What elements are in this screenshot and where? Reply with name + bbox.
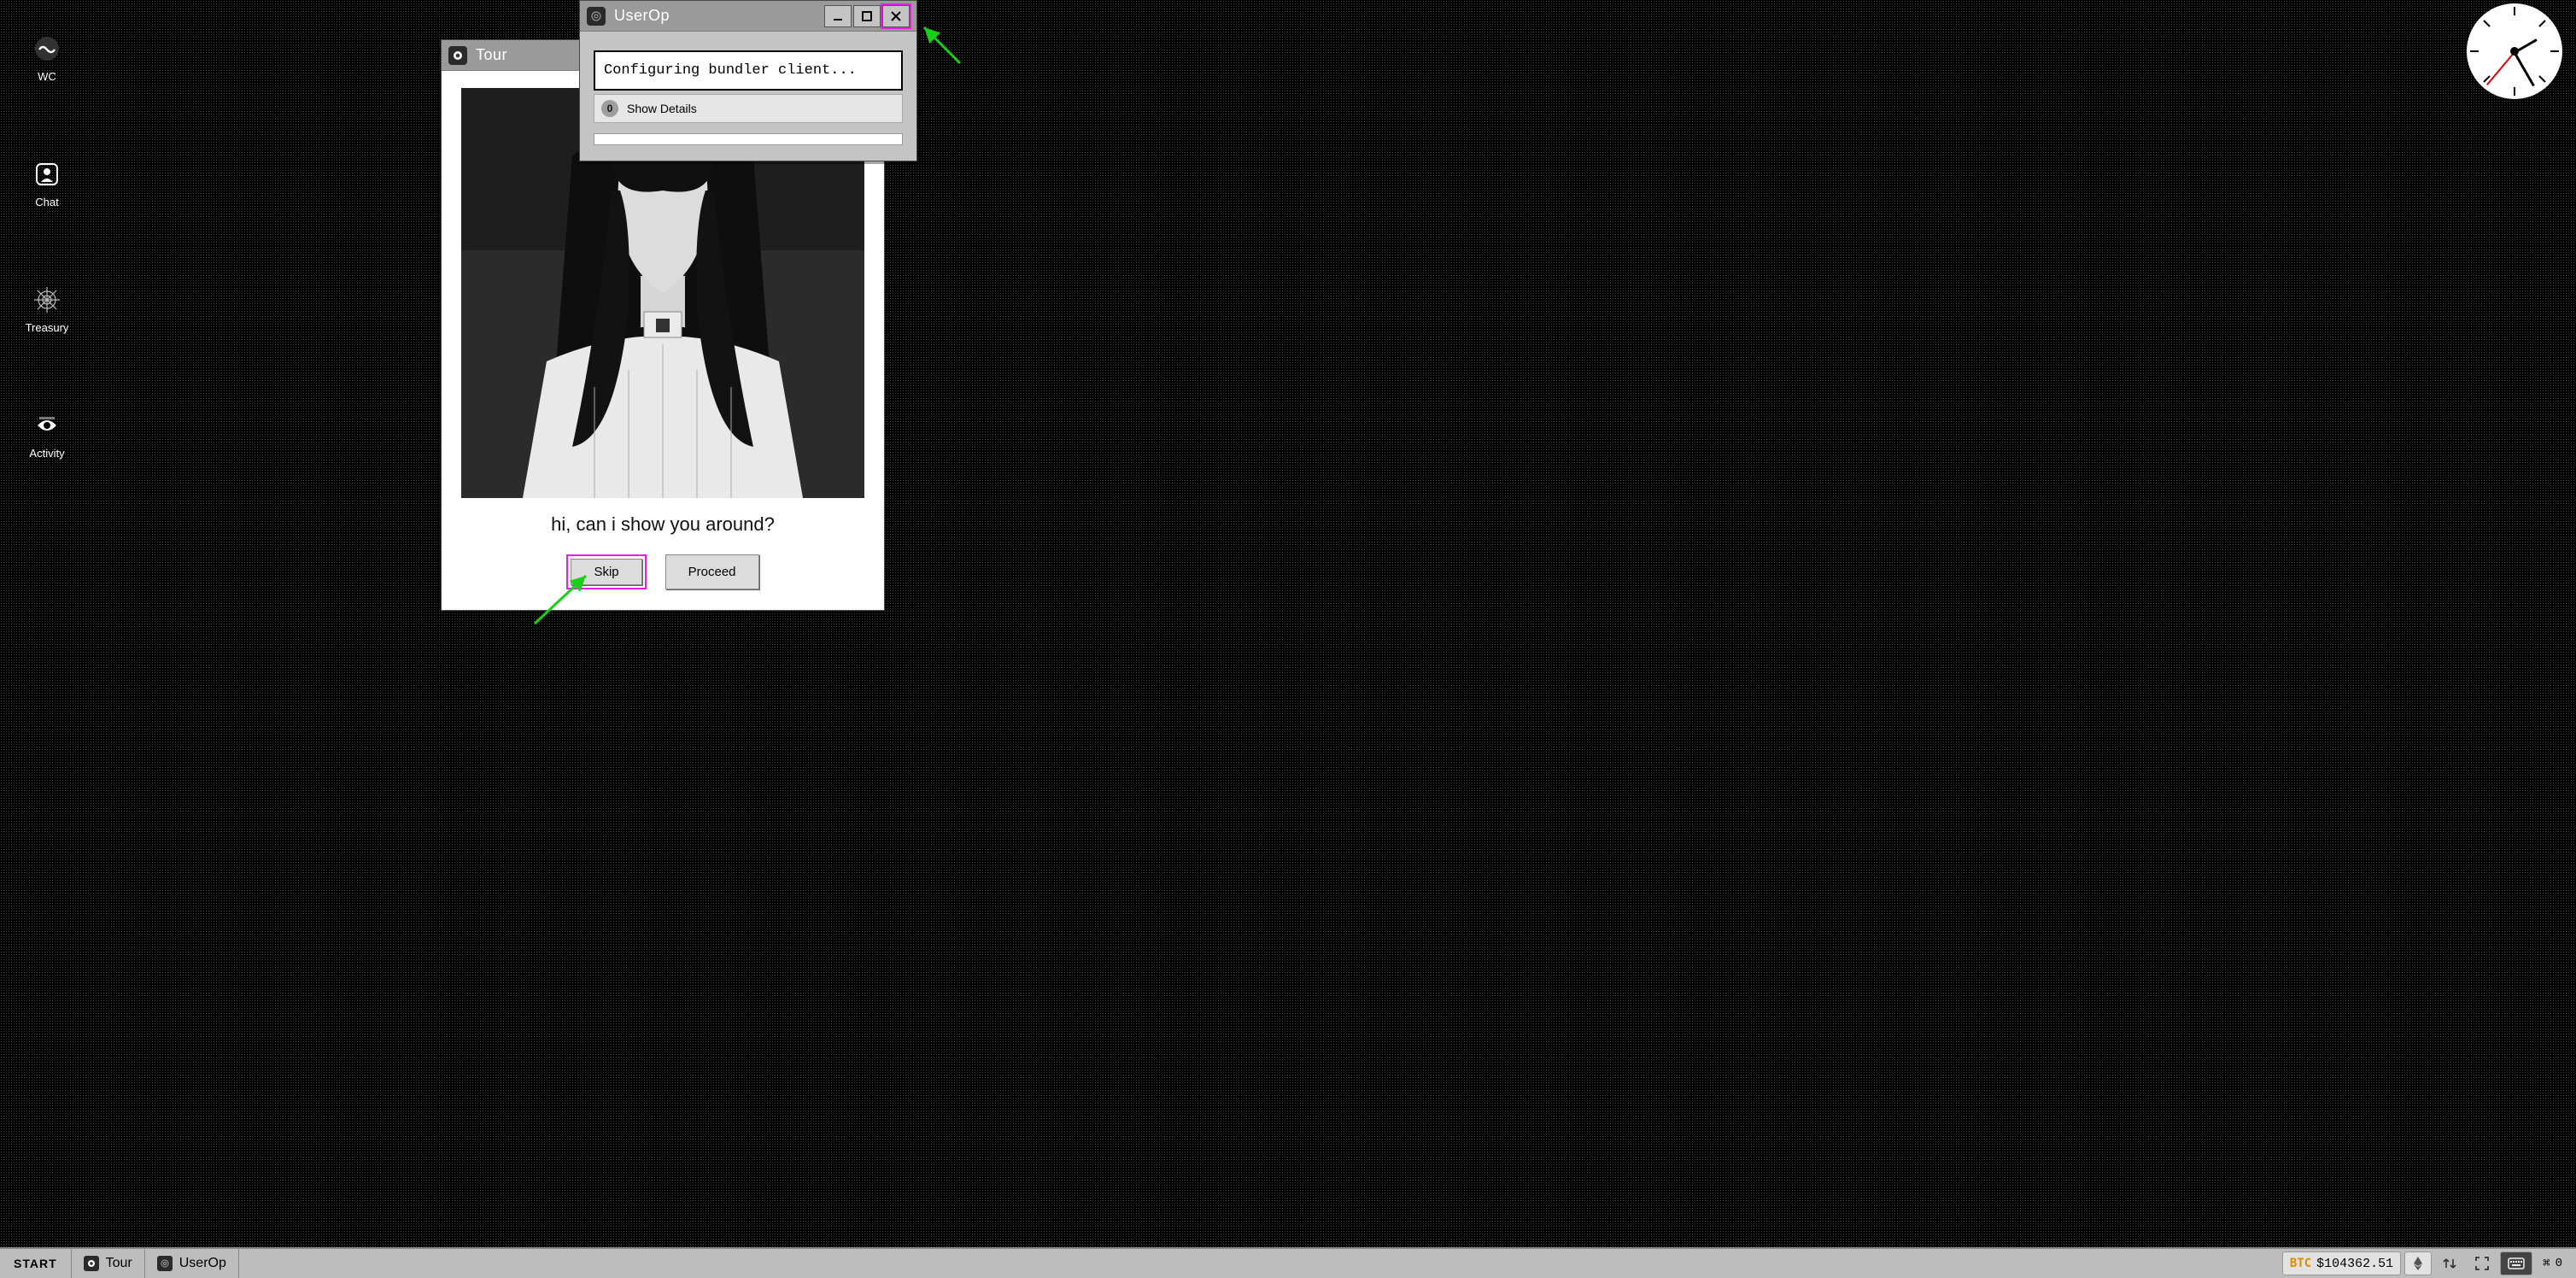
userop-app-icon	[587, 7, 606, 26]
taskbar-task-userop[interactable]: UserOp	[145, 1249, 239, 1278]
desktop-icon-activity[interactable]: Activity	[17, 411, 77, 460]
chat-icon	[32, 160, 61, 189]
treasury-icon	[32, 285, 61, 314]
desktop-icons: WC Chat Treasury Activity	[17, 34, 77, 460]
userop-titlebar[interactable]: UserOp	[580, 1, 916, 32]
progress-bar	[594, 133, 903, 145]
window-controls	[824, 5, 910, 27]
skip-highlight: Skip	[566, 554, 646, 589]
clock-widget[interactable]	[2467, 3, 2562, 99]
clock-ticks	[2467, 3, 2562, 99]
start-button[interactable]: START	[0, 1249, 72, 1278]
details-count-badge: 0	[601, 100, 618, 117]
tour-window-title: Tour	[476, 46, 507, 64]
desktop-icon-wc[interactable]: WC	[17, 34, 77, 83]
ticker-symbol: BTC	[2290, 1257, 2311, 1270]
tour-app-icon	[448, 46, 467, 65]
proceed-button[interactable]: Proceed	[665, 554, 759, 589]
desktop-icon-label: Chat	[35, 196, 58, 208]
tray-sort-icon[interactable]	[2435, 1252, 2464, 1275]
details-label: Show Details	[627, 102, 697, 115]
shortcut-key: 0	[2556, 1257, 2562, 1270]
desktop-icon-chat[interactable]: Chat	[17, 160, 77, 208]
desktop-icon-label: Activity	[29, 447, 64, 460]
shortcut-mod: ⌘	[2543, 1257, 2550, 1271]
desktop-icon-label: WC	[38, 70, 56, 83]
taskbar: START Tour UserOp BTC $104362.51 ⌘	[0, 1247, 2576, 1278]
maximize-button[interactable]	[853, 5, 881, 27]
taskbar-task-label: UserOp	[179, 1256, 226, 1271]
skip-button[interactable]: Skip	[571, 559, 641, 585]
show-details-button[interactable]: 0 Show Details	[594, 94, 903, 123]
tour-prompt: hi, can i show you around?	[551, 513, 775, 536]
wc-icon	[32, 34, 61, 63]
tray-shortcut[interactable]: ⌘ 0	[2536, 1252, 2569, 1275]
userop-app-icon	[157, 1256, 173, 1271]
desktop-icon-treasury[interactable]: Treasury	[17, 285, 77, 334]
userop-body: Configuring bundler client... 0 Show Det…	[580, 32, 916, 161]
ticker-price: $104362.51	[2316, 1257, 2393, 1271]
system-tray: BTC $104362.51 ⌘ 0	[2282, 1249, 2576, 1278]
ticker-btc[interactable]: BTC $104362.51	[2282, 1252, 2401, 1275]
close-button[interactable]	[882, 5, 910, 27]
tour-app-icon	[84, 1256, 99, 1271]
userop-window-title: UserOp	[614, 7, 670, 25]
annotation-arrow-close	[917, 21, 969, 76]
tour-button-row: Skip Proceed	[566, 554, 758, 589]
minimize-button[interactable]	[824, 5, 852, 27]
activity-icon	[32, 411, 61, 440]
tray-keyboard-icon[interactable]	[2500, 1252, 2532, 1275]
userop-window: UserOp Configuring bundler client... 0 S…	[579, 0, 917, 161]
userop-status-text: Configuring bundler client...	[594, 50, 903, 91]
taskbar-spacer	[239, 1249, 2282, 1278]
taskbar-task-tour[interactable]: Tour	[72, 1249, 145, 1278]
tray-fullscreen-icon[interactable]	[2468, 1252, 2497, 1275]
taskbar-task-label: Tour	[106, 1256, 132, 1271]
desktop-icon-label: Treasury	[26, 321, 69, 334]
tray-eth-icon[interactable]	[2404, 1252, 2432, 1275]
